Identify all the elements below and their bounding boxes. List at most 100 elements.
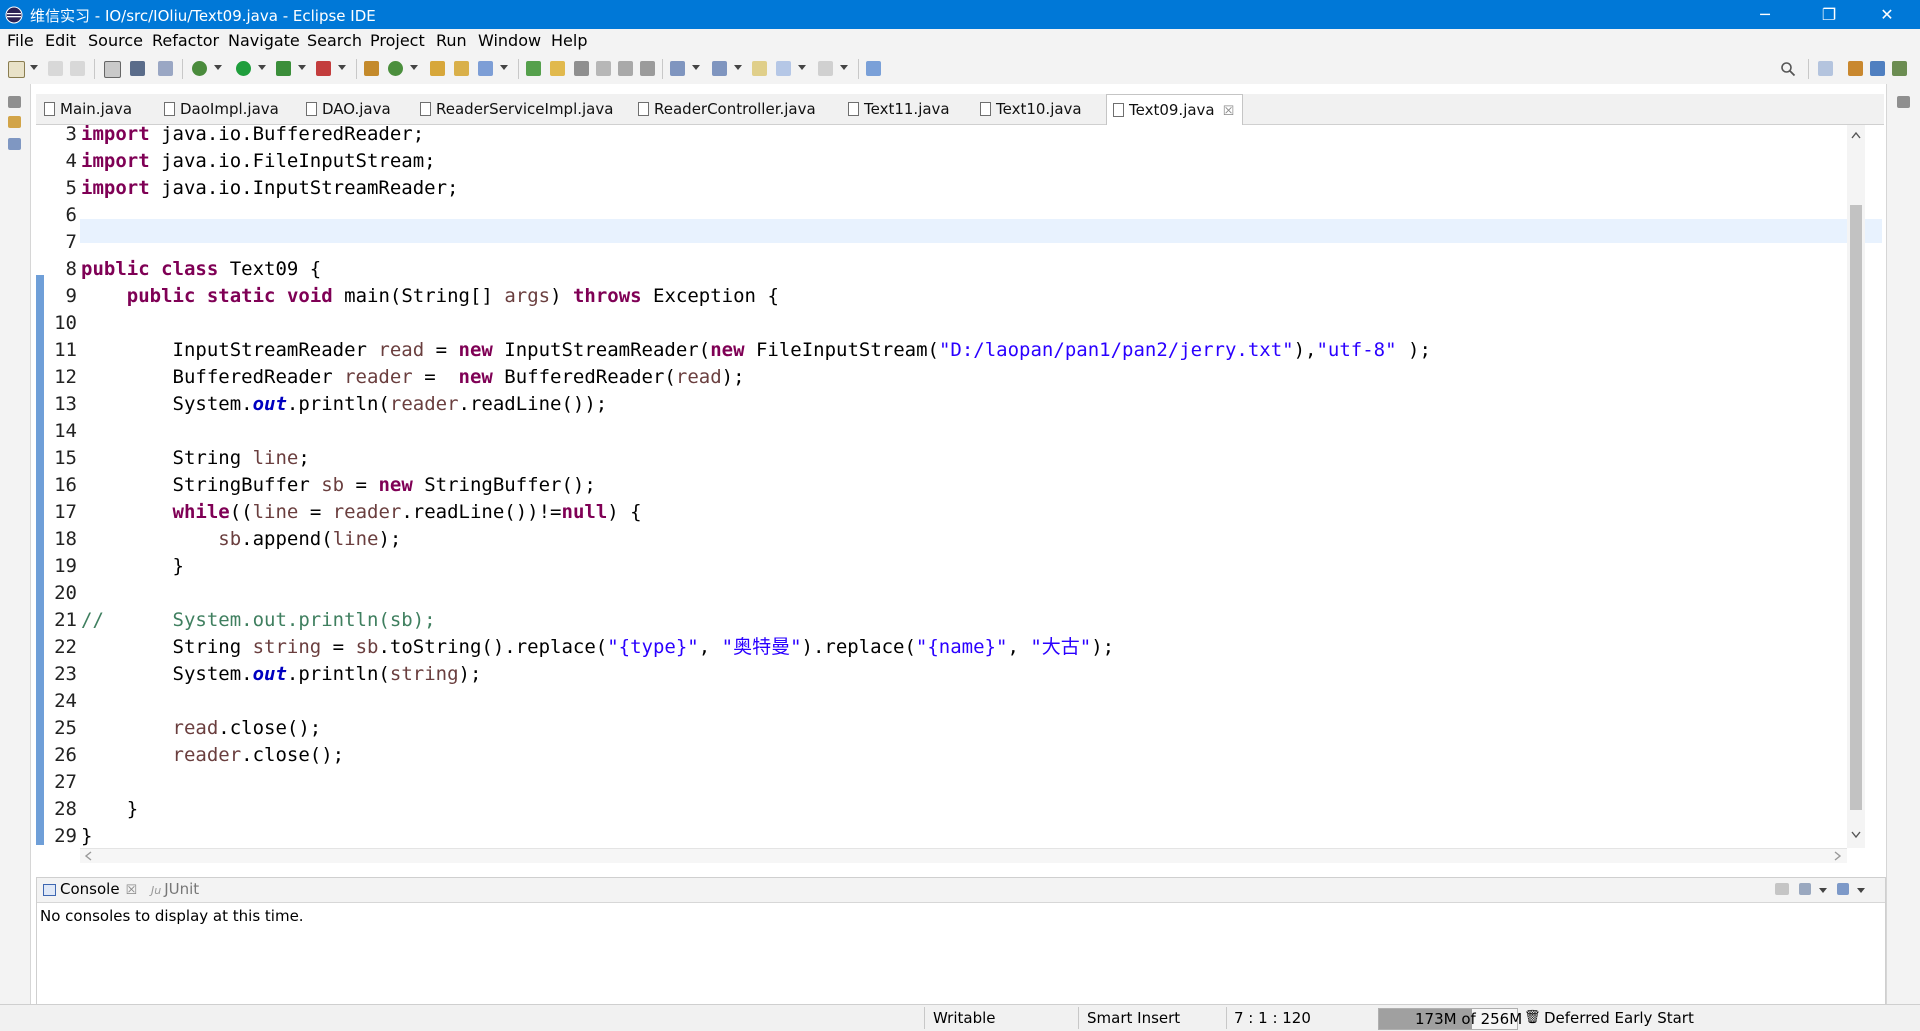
menu-edit[interactable]: Edit (45, 31, 76, 50)
external-tools-dropdown-icon[interactable] (338, 65, 346, 70)
scroll-up-icon[interactable] (1851, 131, 1861, 139)
debug-perspective-icon[interactable] (1892, 61, 1907, 76)
tab-text11-java[interactable]: Text11.java (848, 94, 950, 124)
code-line[interactable]: String line; (81, 445, 310, 472)
scroll-left-icon[interactable] (84, 851, 92, 861)
menu-help[interactable]: Help (551, 31, 587, 50)
open-console-icon[interactable] (1775, 883, 1789, 895)
save-all-icon[interactable] (70, 61, 85, 76)
menu-file[interactable]: File (7, 31, 34, 50)
editor-horizontal-scrollbar[interactable] (80, 848, 1847, 863)
word-wrap-icon[interactable] (618, 61, 633, 76)
open-type-icon[interactable] (430, 61, 445, 76)
prev-annotation-dropdown-icon[interactable] (734, 65, 742, 70)
code-line[interactable]: public class Text09 { (81, 256, 321, 283)
code-line[interactable]: String string = sb.toString().replace("{… (81, 634, 1115, 661)
search-tool-icon[interactable] (478, 61, 493, 76)
debug-dropdown-icon[interactable] (214, 65, 222, 70)
tab-readercontroller-java[interactable]: ReaderController.java (638, 94, 816, 124)
garbage-collect-icon[interactable]: 🗑 (1524, 1010, 1541, 1025)
toggle-mark-icon[interactable] (526, 61, 541, 76)
pin-editor-icon[interactable] (866, 61, 881, 76)
heap-status[interactable]: 173M of 256M (1378, 1008, 1522, 1030)
code-line[interactable]: InputStreamReader read = new InputStream… (81, 337, 1431, 364)
forward-icon[interactable] (818, 61, 833, 76)
code-line[interactable]: } (81, 553, 184, 580)
terminal-icon[interactable] (130, 61, 145, 76)
editor-vertical-scrollbar[interactable] (1847, 125, 1865, 848)
forward-dropdown-icon[interactable] (840, 65, 848, 70)
code-line[interactable]: StringBuffer sb = new StringBuffer(); (81, 472, 596, 499)
close-button[interactable]: ✕ (1864, 0, 1910, 29)
menu-navigate[interactable]: Navigate (228, 31, 300, 50)
new-console-icon[interactable] (1837, 883, 1849, 895)
coverage-icon[interactable] (276, 61, 291, 76)
print-icon[interactable] (104, 61, 121, 78)
menu-refactor[interactable]: Refactor (152, 31, 219, 50)
java-ee-perspective-icon[interactable] (1848, 61, 1863, 76)
restore-button[interactable]: ❐ (1806, 0, 1852, 29)
open-folder-icon[interactable] (454, 61, 469, 76)
new-console-dropdown-icon[interactable] (1857, 888, 1865, 893)
search-icon[interactable] (1780, 61, 1796, 77)
menu-search[interactable]: Search (307, 31, 362, 50)
tab-text09-java[interactable]: Text09.java ☒ (1106, 94, 1244, 126)
new-java-class-icon[interactable] (388, 61, 403, 76)
menu-source[interactable]: Source (88, 31, 143, 50)
code-line[interactable]: System.out.println(string); (81, 661, 482, 688)
next-annotation-dropdown-icon[interactable] (692, 65, 700, 70)
code-line[interactable]: public static void main(String[] args) t… (81, 283, 779, 310)
tab-dao-java[interactable]: DAO.java (306, 94, 391, 124)
menu-window[interactable]: Window (478, 31, 541, 50)
code-line[interactable]: read.close(); (81, 715, 322, 742)
new-dropdown-icon[interactable] (30, 65, 38, 70)
java-perspective-icon[interactable] (1870, 61, 1885, 76)
display-console-dropdown-icon[interactable] (1819, 888, 1827, 893)
code-line[interactable]: } (81, 823, 92, 848)
outline-icon[interactable] (8, 138, 21, 150)
back-dropdown-icon[interactable] (798, 65, 806, 70)
menu-run[interactable]: Run (436, 31, 467, 50)
tab-console[interactable]: Console ☒ (43, 880, 137, 898)
prev-annotation-icon[interactable] (712, 61, 727, 76)
restore-view-icon[interactable] (8, 96, 21, 108)
code-line[interactable]: BufferedReader reader = new BufferedRead… (81, 364, 745, 391)
package-explorer-icon[interactable] (8, 116, 21, 128)
minimize-button[interactable]: ─ (1742, 0, 1788, 29)
code-line[interactable]: import java.io.InputStreamReader; (81, 175, 459, 202)
new-java-project-icon[interactable] (364, 61, 379, 76)
code-line[interactable]: import java.io.BufferedReader; (81, 125, 424, 148)
code-line[interactable]: } (81, 796, 138, 823)
next-annotation-icon[interactable] (670, 61, 685, 76)
scroll-right-icon[interactable] (1834, 851, 1842, 861)
scroll-down-icon[interactable] (1851, 831, 1861, 839)
new-class-dropdown-icon[interactable] (410, 65, 418, 70)
annotation-icon[interactable] (574, 61, 589, 76)
code-line[interactable]: // System.out.println(sb); (81, 607, 436, 634)
back-icon[interactable] (776, 61, 791, 76)
code-line[interactable]: sb.append(line); (81, 526, 401, 553)
close-tab-icon[interactable]: ☒ (126, 883, 138, 898)
open-perspective-icon[interactable] (1818, 61, 1833, 76)
code-line[interactable]: while((line = reader.readLine())!=null) … (81, 499, 642, 526)
skip-breakpoints-icon[interactable] (158, 61, 173, 76)
highlight-icon[interactable] (550, 61, 565, 76)
code-line[interactable]: System.out.println(reader.readLine()); (81, 391, 608, 418)
tab-main-java[interactable]: Main.java (44, 94, 132, 124)
new-icon[interactable] (8, 61, 25, 78)
external-tools-icon[interactable] (316, 61, 331, 76)
tab-text10-java[interactable]: Text10.java (980, 94, 1082, 124)
save-icon[interactable] (48, 61, 63, 76)
restore-view-icon[interactable] (1897, 96, 1910, 108)
close-tab-icon[interactable]: ☒ (1223, 104, 1235, 119)
tab-daoimpl-java[interactable]: DaoImpl.java (164, 94, 279, 124)
run-icon[interactable] (236, 61, 251, 76)
code-line[interactable]: reader.close(); (81, 742, 345, 769)
tab-readerserviceimpl-java[interactable]: ReaderServiceImpl.java (420, 94, 613, 124)
run-dropdown-icon[interactable] (258, 65, 266, 70)
display-console-icon[interactable] (1799, 883, 1811, 895)
debug-icon[interactable] (192, 61, 207, 76)
tab-junit[interactable]: Ju JUnit (151, 880, 199, 898)
coverage-dropdown-icon[interactable] (298, 65, 306, 70)
code-line[interactable]: import java.io.FileInputStream; (81, 148, 436, 175)
